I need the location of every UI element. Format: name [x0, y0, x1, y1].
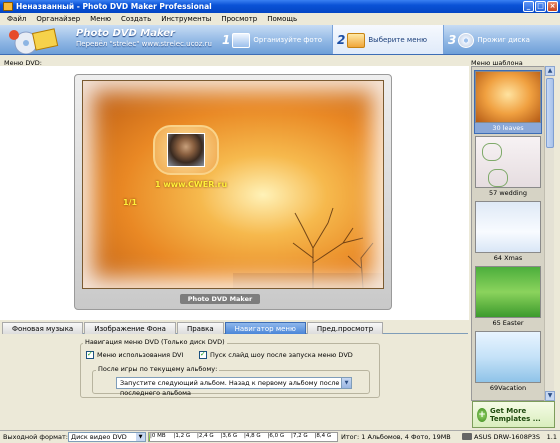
checkbox-icon[interactable]	[86, 350, 94, 359]
step-number: 2	[337, 33, 346, 47]
template-caption: 64 Xmas	[493, 254, 523, 262]
tab-menu-navigator[interactable]: Навигатор меню	[224, 322, 306, 334]
step-organize-photos[interactable]: 1 Организуйте фото	[218, 25, 330, 54]
capacity-tick-label: |2,4 G	[197, 433, 214, 439]
version-label: 1.1	[546, 433, 557, 441]
template-caption: 69Vacation	[489, 384, 527, 392]
menu-bar: Файл Органайзер Меню Создать Инструменты…	[0, 13, 560, 25]
menu-help[interactable]: Помощь	[262, 15, 302, 23]
menu-file[interactable]: Файл	[2, 15, 31, 23]
app-logo-subtitle: Перевёл "strelec" www.strelec.ucoz.ru	[76, 40, 212, 48]
step-burn-disc[interactable]: 3 Прожиг диска	[446, 25, 560, 54]
photos-icon	[232, 32, 251, 48]
scroll-down-icon[interactable]: ▼	[545, 391, 555, 401]
use-dvd-menu-checkbox[interactable]: Меню использования DVI	[86, 350, 184, 359]
template-thumbnail	[475, 266, 541, 318]
template-vacation[interactable]: 69Vacation	[475, 331, 541, 393]
maximize-button[interactable]: □	[535, 1, 546, 12]
tab-edit[interactable]: Правка	[176, 322, 224, 334]
dvd-menu-preview[interactable]: 1 www.CWER.ru 1/1	[82, 80, 384, 289]
disc-capacity-bar: |0 MB |1,2 G |2,4 G |3,6 G |4,8 G |6,0 G |7,2 …	[148, 432, 338, 442]
template-thumbnail	[475, 331, 541, 383]
checkbox-icon[interactable]	[199, 350, 207, 359]
chevron-down-icon[interactable]: ▼	[136, 433, 145, 441]
template-xmas[interactable]: 64 Xmas	[475, 201, 541, 263]
project-total: Итог: 1 Альбомов, 4 Фото, 19MB	[341, 433, 451, 441]
autostart-slideshow-checkbox[interactable]: Пуск слайд шоу после запуска меню DVD	[199, 350, 353, 359]
dvd-logo-icon	[9, 28, 59, 54]
step-number: 1	[222, 33, 231, 47]
step-label: Прожиг диска	[477, 36, 530, 44]
burner-drive[interactable]: ASUS DRW-1608P3S	[474, 433, 540, 441]
output-format-select[interactable]: Диск видео DVD ▼	[68, 432, 146, 442]
preview-vignette	[83, 81, 383, 288]
scroll-up-icon[interactable]: ▲	[545, 66, 555, 76]
page-indicator: 1/1	[123, 198, 138, 207]
step-label: Организуйте фото	[253, 36, 323, 44]
after-album-select[interactable]: Запустите следующий альбом. Назад к перв…	[116, 377, 352, 397]
template-leaves[interactable]: 30 leaves	[474, 70, 542, 134]
chevron-down-icon[interactable]: ▼	[341, 378, 351, 388]
menu-view[interactable]: Просмотр	[216, 15, 262, 23]
menu-tools[interactable]: Инструменты	[156, 15, 216, 23]
template-caption: 57 wedding	[489, 189, 527, 197]
step-number: 3	[448, 33, 457, 47]
template-thumbnail	[475, 136, 541, 188]
app-logo-title: Photo DVD Maker	[76, 28, 175, 39]
capacity-tick-label: |1,2 G	[173, 433, 191, 439]
checkbox-label: Меню использования DVI	[97, 351, 184, 359]
menu-create[interactable]: Создать	[116, 15, 156, 23]
checkbox-label: Пуск слайд шоу после запуска меню DVD	[210, 351, 353, 359]
capacity-tick-label: |8,4 G	[314, 433, 332, 439]
album-thumbnail[interactable]	[167, 133, 205, 167]
app-icon	[3, 2, 13, 11]
tab-preview[interactable]: Пред.просмотр	[306, 322, 384, 334]
download-icon: +	[477, 407, 488, 422]
menu-organizer[interactable]: Органайзер	[31, 15, 85, 23]
after-album-legend: После игры по текущему альбому:	[96, 365, 220, 373]
window-controls: _ □ ×	[523, 1, 558, 12]
template-easter[interactable]: 65 Easter	[475, 266, 541, 328]
menu-step-icon	[347, 32, 366, 48]
output-format-label: Выходной формат:	[3, 433, 68, 441]
dvd-navigation-legend: Навигация меню DVD (Только диск DVD)	[83, 338, 227, 346]
capacity-tick-label: |4,8 G	[244, 433, 261, 439]
capacity-tick-label: |3,6 G	[220, 433, 238, 439]
menu-menu[interactable]: Меню	[85, 15, 116, 23]
templates-panel: 30 leaves 57 wedding 64 Xmas 65 Easter 6…	[471, 66, 554, 401]
output-format-value: Диск видео DVD	[71, 433, 127, 441]
scroll-thumb[interactable]	[546, 78, 554, 148]
wizard-header: Photo DVD Maker Перевёл "strelec" www.st…	[0, 25, 560, 55]
settings-tabs: Фоновая музыка Изображение Фона Правка Н…	[2, 322, 468, 334]
preview-caption: Photo DVD Maker	[180, 294, 260, 304]
templates-scrollbar[interactable]: ▲ ▼	[544, 66, 555, 401]
capacity-tick-label: |7,2 G	[291, 433, 308, 439]
close-button[interactable]: ×	[547, 1, 558, 12]
get-more-label: Get More Templates ...	[490, 406, 541, 423]
status-bar: Выходной формат: Диск видео DVD ▼ |0 MB |…	[0, 430, 560, 443]
template-thumbnail	[475, 71, 541, 123]
window-title: Неназванный - Photo DVD Maker Profession…	[16, 2, 212, 11]
template-wedding[interactable]: 57 wedding	[475, 136, 541, 198]
title-bar: Неназванный - Photo DVD Maker Profession…	[0, 0, 560, 13]
template-thumbnail	[475, 201, 541, 253]
capacity-tick-label: |6,0 G	[267, 433, 285, 439]
disc-icon	[458, 32, 475, 48]
drive-icon	[462, 433, 472, 440]
template-caption: 30 leaves	[492, 124, 524, 132]
step-label: Выберите меню	[368, 36, 427, 44]
tab-background-image[interactable]: Изображение Фона	[84, 322, 176, 334]
template-caption: 65 Easter	[492, 319, 524, 327]
step-choose-menu[interactable]: 2 Выберите меню	[332, 25, 444, 54]
tab-background-music[interactable]: Фоновая музыка	[2, 322, 84, 334]
get-more-templates-button[interactable]: + Get More Templates ...	[472, 401, 555, 428]
capacity-tick-label: |0 MB	[150, 433, 166, 439]
album-title-link[interactable]: 1 www.CWER.ru	[155, 180, 227, 189]
minimize-button[interactable]: _	[523, 1, 534, 12]
